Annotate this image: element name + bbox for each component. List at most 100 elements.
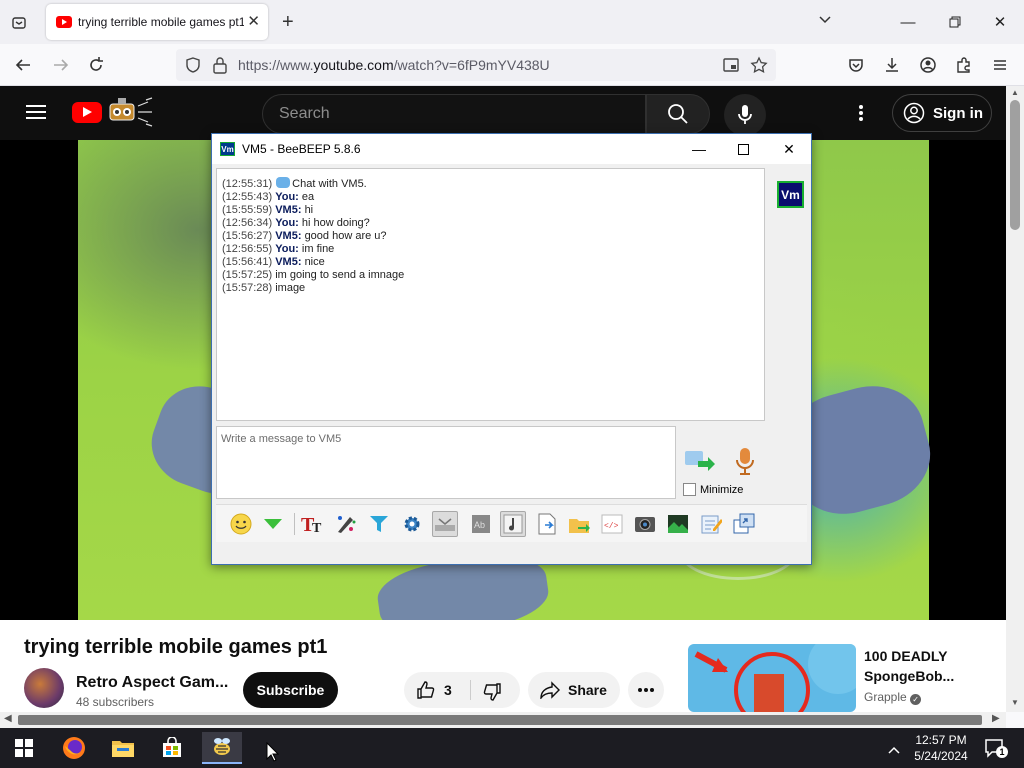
chat-message: (12:55:43) You: ea xyxy=(222,191,764,204)
message-timestamp: (12:55:43) xyxy=(222,191,273,203)
chat-message: (15:57:25) im going to send a imnage xyxy=(222,269,764,282)
message-timestamp: (15:57:28) xyxy=(222,282,273,294)
app-menu-icon[interactable] xyxy=(989,54,1011,76)
beebeep-taskbar-icon[interactable] xyxy=(202,732,242,764)
account-icon[interactable] xyxy=(917,54,939,76)
pocket-icon[interactable] xyxy=(845,54,867,76)
spellcheck-icon[interactable]: Ab xyxy=(468,511,494,537)
verified-icon: ✓ xyxy=(910,694,922,705)
message-text: nice xyxy=(304,256,325,268)
send-file-icon[interactable] xyxy=(566,511,592,537)
microsoft-store-taskbar-icon[interactable] xyxy=(152,732,192,764)
picture-in-picture-icon[interactable] xyxy=(722,56,740,79)
search-button[interactable] xyxy=(646,94,710,134)
system-clock[interactable]: 12:57 PM 5/24/2024 xyxy=(906,732,976,764)
list-all-tabs-icon[interactable] xyxy=(818,12,832,31)
settings-gear-icon[interactable] xyxy=(399,511,425,537)
filter-icon[interactable] xyxy=(366,511,392,537)
more-horizontal-icon xyxy=(638,688,654,692)
more-actions-button[interactable] xyxy=(628,672,664,708)
tab-list-icon[interactable] xyxy=(8,12,30,34)
bb-minimize-icon[interactable]: — xyxy=(689,140,709,158)
channel-name[interactable]: Retro Aspect Gam... xyxy=(76,674,228,692)
recommended-title[interactable]: 100 DEADLY SpongeBob... xyxy=(864,646,984,686)
downloads-icon[interactable] xyxy=(881,54,903,76)
screenshot-camera-icon[interactable] xyxy=(632,511,658,537)
reload-icon[interactable] xyxy=(85,54,107,76)
show-hidden-icons-icon[interactable] xyxy=(888,742,900,760)
scroll-right-icon: ▶ xyxy=(992,713,1000,724)
send-message-icon[interactable] xyxy=(684,448,716,474)
file-explorer-taskbar-icon[interactable] xyxy=(103,732,143,764)
notifications-icon[interactable]: 1 xyxy=(984,738,1008,763)
back-icon[interactable] xyxy=(12,54,34,76)
share-screen-icon[interactable] xyxy=(731,511,757,537)
message-input[interactable]: Write a message to VM5 xyxy=(216,426,676,499)
hamburger-menu-icon[interactable] xyxy=(26,104,46,125)
youtube-logo-icon[interactable] xyxy=(72,102,102,123)
clock-date: 5/24/2024 xyxy=(914,749,968,763)
emoticons-icon[interactable] xyxy=(228,511,254,537)
lock-icon[interactable] xyxy=(212,56,228,79)
browser-tab-active[interactable]: trying terrible mobile games pt1 ✕ xyxy=(46,4,268,40)
contact-avatar[interactable]: Vm xyxy=(777,181,804,208)
save-chat-icon[interactable] xyxy=(534,511,560,537)
firefox-taskbar-icon[interactable] xyxy=(54,732,94,764)
close-window-icon[interactable]: ✕ xyxy=(990,12,1010,32)
voice-search-button[interactable] xyxy=(724,94,766,136)
message-timestamp: (15:55:59) xyxy=(222,204,273,216)
sign-in-label: Sign in xyxy=(933,104,983,122)
sign-in-button[interactable]: Sign in xyxy=(892,94,992,132)
notes-edit-icon[interactable] xyxy=(698,511,724,537)
new-tab-icon[interactable]: + xyxy=(282,12,294,32)
vertical-scrollbar[interactable]: ▲ ▼ xyxy=(1006,86,1024,712)
sound-note-icon[interactable] xyxy=(500,511,526,537)
forward-icon[interactable] xyxy=(50,54,72,76)
expand-icon[interactable] xyxy=(260,511,286,537)
start-button[interactable] xyxy=(4,732,44,764)
extensions-icon[interactable] xyxy=(953,54,975,76)
horizontal-scrollbar[interactable]: ◀ ▶ xyxy=(0,712,1006,728)
font-icon[interactable]: TT xyxy=(300,511,326,537)
code-icon[interactable]: </> xyxy=(599,511,625,537)
recommended-channel[interactable]: Grapple ✓ xyxy=(864,690,922,705)
compact-view-icon[interactable] xyxy=(432,511,458,537)
minimize-checkbox[interactable] xyxy=(683,483,696,496)
shield-icon[interactable] xyxy=(184,56,202,79)
dislike-icon[interactable] xyxy=(482,682,502,705)
bookmark-star-icon[interactable] xyxy=(750,56,768,79)
chat-bubble-icon xyxy=(276,177,291,188)
youtube-doodle-icon[interactable] xyxy=(106,94,160,128)
message-text: im going to send a imnage xyxy=(275,269,405,281)
horizontal-scroll-thumb[interactable] xyxy=(18,715,982,725)
minimize-window-icon[interactable]: — xyxy=(898,12,918,32)
subscribe-button[interactable]: Subscribe xyxy=(243,672,338,708)
restore-window-icon[interactable] xyxy=(945,12,965,32)
close-tab-icon[interactable]: ✕ xyxy=(247,14,260,30)
chat-history[interactable]: (12:55:31) Chat with VM5. (12:55:43) You: … xyxy=(216,168,765,421)
url-bar[interactable]: https://www.youtube.com/watch?v=6fP9mYV4… xyxy=(176,49,776,81)
share-button[interactable]: Share xyxy=(528,672,620,708)
svg-text:</>: </> xyxy=(604,522,619,531)
vertical-scroll-thumb[interactable] xyxy=(1010,100,1020,230)
more-options-icon[interactable] xyxy=(858,104,864,127)
bb-close-icon[interactable]: ✕ xyxy=(779,140,799,158)
chat-message: (12:56:34) You: hi how doing? xyxy=(222,217,764,230)
like-icon[interactable] xyxy=(416,680,436,703)
search-input[interactable]: Search xyxy=(262,94,646,134)
notification-count: 1 xyxy=(996,746,1008,758)
svg-text:T: T xyxy=(312,521,322,535)
send-image-icon[interactable] xyxy=(665,511,691,537)
beebeep-title-bar[interactable]: Vm VM5 - BeeBEEP 5.8.6 — ✕ xyxy=(212,134,811,164)
chat-message: (12:55:31) Chat with VM5. xyxy=(222,177,764,191)
message-timestamp: (15:56:41) xyxy=(222,256,273,268)
voice-message-icon[interactable] xyxy=(734,446,756,476)
message-sender: You: xyxy=(275,217,299,229)
search-icon xyxy=(668,104,688,124)
like-count[interactable]: 3 xyxy=(444,682,452,698)
chat-message: (15:56:27) VM5: good how are u? xyxy=(222,230,764,243)
recommended-thumbnail[interactable] xyxy=(688,644,856,712)
bb-maximize-icon[interactable] xyxy=(733,140,753,158)
channel-avatar[interactable] xyxy=(24,668,64,708)
font-color-icon[interactable] xyxy=(333,511,359,537)
